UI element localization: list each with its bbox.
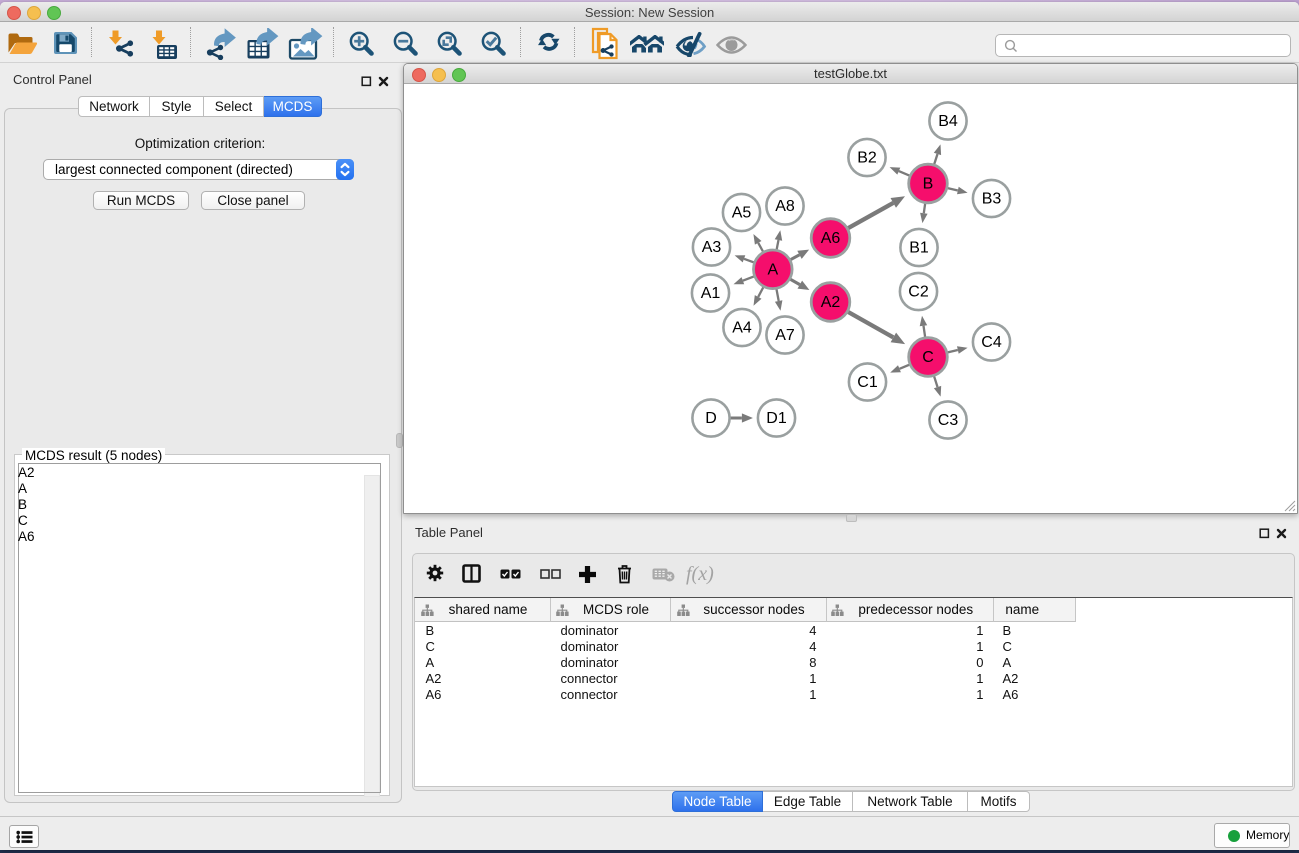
svg-text:A5: A5 — [731, 204, 751, 221]
svg-text:D: D — [705, 410, 717, 427]
svg-text:C: C — [922, 349, 934, 366]
svg-text:C4: C4 — [981, 334, 1002, 351]
svg-text:A7: A7 — [775, 327, 795, 344]
svg-text:A: A — [767, 261, 778, 278]
svg-text:D1: D1 — [766, 410, 787, 427]
svg-text:A3: A3 — [701, 239, 721, 256]
svg-text:B: B — [922, 175, 933, 192]
svg-text:A1: A1 — [700, 285, 720, 302]
svg-text:B3: B3 — [981, 190, 1001, 207]
svg-text:C2: C2 — [908, 283, 929, 300]
svg-text:C3: C3 — [937, 412, 958, 429]
svg-text:A8: A8 — [775, 198, 795, 215]
svg-text:C1: C1 — [857, 374, 878, 391]
svg-text:A6: A6 — [820, 230, 840, 247]
svg-text:A2: A2 — [820, 294, 840, 311]
svg-text:B2: B2 — [857, 149, 877, 166]
svg-text:B4: B4 — [938, 113, 958, 130]
svg-text:B1: B1 — [909, 239, 929, 256]
svg-text:A4: A4 — [732, 319, 752, 336]
